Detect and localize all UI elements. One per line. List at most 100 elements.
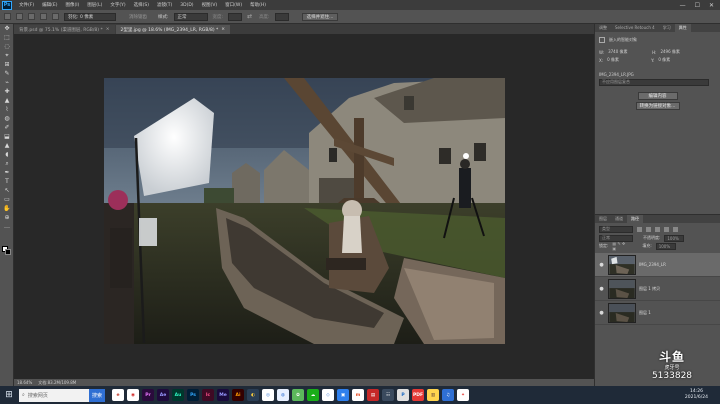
tool-icon[interactable]: ▲: [2, 97, 12, 105]
tab-document-2[interactable]: 2型里.jpg @ 18.6% (IMG_2394_LR, RGB/8) * ×: [115, 25, 231, 34]
taskbar-app-icon[interactable]: ☁: [307, 389, 320, 401]
antialias-checkbox[interactable]: 消除锯齿: [129, 14, 147, 20]
y-value[interactable]: 0 像素: [658, 57, 670, 63]
tool-icon[interactable]: T: [2, 178, 12, 186]
lock-icon[interactable]: ▦ ✎ ✥ ▣: [612, 241, 628, 251]
eye-icon[interactable]: ●: [598, 310, 605, 316]
tool-icon[interactable]: ✐: [2, 124, 12, 132]
style-select[interactable]: 正常: [173, 12, 208, 21]
taskbar-app-icon[interactable]: m: [352, 389, 365, 401]
tool-icon[interactable]: ⌁: [2, 79, 12, 87]
maximize-icon[interactable]: ☐: [695, 2, 700, 9]
tool-icon[interactable]: ⬓: [2, 133, 12, 141]
filter-shape-icon[interactable]: [664, 226, 669, 232]
taskbar-app-icon[interactable]: Au: [172, 389, 185, 401]
select-and-mask-button[interactable]: 选择并遮住...: [301, 12, 339, 21]
tool-icon[interactable]: ◖: [2, 151, 12, 159]
background-color-swatch[interactable]: [5, 249, 11, 255]
tool-icon[interactable]: ⌇: [2, 106, 12, 114]
tab-channels[interactable]: 通道: [611, 215, 627, 223]
opacity-field[interactable]: 100%: [664, 234, 685, 242]
eye-icon[interactable]: ●: [598, 286, 605, 292]
tool-icon[interactable]: ⌕: [2, 160, 12, 168]
taskbar-app-icon[interactable]: ▣: [337, 389, 350, 401]
filter-type-icon[interactable]: [655, 226, 660, 232]
taskbar-app-icon[interactable]: ◉: [127, 389, 140, 401]
tool-icon[interactable]: ↖: [2, 187, 12, 195]
tab-learn[interactable]: 学习: [659, 24, 675, 32]
clock[interactable]: 14:26 2021/6/24: [685, 389, 720, 401]
filter-smart-icon[interactable]: [673, 226, 678, 232]
swap-icon[interactable]: ⇄: [247, 13, 254, 20]
eye-icon[interactable]: ●: [598, 262, 605, 268]
w-value[interactable]: 3740 像素: [608, 49, 648, 55]
layer-row[interactable]: ● IMG_2394_LR: [595, 253, 720, 277]
menu-type[interactable]: 文字(Y): [106, 2, 129, 8]
taskbar-app-icon[interactable]: Pr: [142, 389, 155, 401]
tool-icon[interactable]: …: [2, 223, 12, 231]
tab-document-1[interactable]: 背景.psd @ 75.1% (渠道图层, RGB/8) * ×: [14, 25, 115, 34]
search-button[interactable]: 搜索: [89, 388, 106, 402]
menu-layer[interactable]: 图层(L): [83, 2, 106, 8]
layer-row[interactable]: ● 图层 1 拷贝: [595, 277, 720, 301]
taskbar-app-icon[interactable]: PDF: [412, 389, 425, 401]
taskbar-search[interactable]: ⌕ 搜索网页: [19, 388, 89, 402]
tool-icon[interactable]: ⊞: [2, 61, 12, 69]
taskbar-app-icon[interactable]: e: [112, 389, 125, 401]
minimize-icon[interactable]: —: [680, 2, 686, 9]
subtract-selection-icon[interactable]: [40, 13, 47, 20]
tool-icon[interactable]: ✚: [2, 88, 12, 96]
taskbar-app-icon[interactable]: ✦: [457, 389, 470, 401]
start-icon[interactable]: ⊞: [2, 388, 16, 402]
taskbar-app-icon[interactable]: P: [397, 389, 410, 401]
taskbar-app-icon[interactable]: Me: [217, 389, 230, 401]
filter-adjust-icon[interactable]: [646, 226, 651, 232]
menu-help[interactable]: 帮助(H): [246, 2, 270, 8]
taskbar-app-icon[interactable]: Ai: [232, 389, 245, 401]
layer-row[interactable]: ● 图层 1: [595, 301, 720, 325]
menu-window[interactable]: 窗口(W): [221, 2, 246, 8]
tool-icon[interactable]: ✥: [2, 25, 12, 33]
taskbar-app-icon[interactable]: ◍: [277, 389, 290, 401]
tool-icon[interactable]: ✎: [2, 70, 12, 78]
taskbar-app-icon[interactable]: ☷: [382, 389, 395, 401]
layer-comp-select[interactable]: 不应用图层复合: [599, 78, 709, 86]
close-icon[interactable]: ✕: [709, 2, 714, 9]
close-tab-icon[interactable]: ×: [221, 27, 225, 32]
x-value[interactable]: 0 像素: [607, 57, 647, 63]
taskbar-app-icon[interactable]: Ic: [202, 389, 215, 401]
tool-icon[interactable]: ✋: [2, 205, 12, 213]
tab-paths[interactable]: 路径: [627, 215, 643, 223]
tool-icon[interactable]: ▲: [2, 142, 12, 150]
tab-layers[interactable]: 图层: [595, 215, 611, 223]
close-tab-icon[interactable]: ×: [106, 27, 110, 32]
tool-icon[interactable]: ◌: [2, 43, 12, 51]
add-selection-icon[interactable]: [28, 13, 35, 20]
menu-edit[interactable]: 编辑(E): [38, 2, 61, 8]
menu-filter[interactable]: 滤镜(T): [153, 2, 176, 8]
menu-image[interactable]: 图像(I): [61, 2, 83, 8]
menu-view[interactable]: 视图(V): [198, 2, 222, 8]
height-field[interactable]: [274, 12, 289, 21]
tab-properties[interactable]: 属性: [674, 24, 691, 32]
tool-icon[interactable]: ◍: [2, 115, 12, 123]
convert-to-linked-button[interactable]: 转换为链接对象...: [635, 102, 680, 110]
filter-pixel-icon[interactable]: [637, 226, 642, 232]
menu-select[interactable]: 选择(S): [130, 2, 153, 8]
taskbar-app-icon[interactable]: ◇: [322, 389, 335, 401]
feather-field[interactable]: 羽化: 0 像素: [64, 12, 116, 21]
tool-icon[interactable]: ⌖: [2, 52, 12, 60]
tab-selective-retouch[interactable]: Selective Retouch 4: [611, 24, 659, 32]
taskbar-app-icon[interactable]: ◎: [262, 389, 275, 401]
marquee-tool-icon[interactable]: [4, 13, 11, 20]
intersect-selection-icon[interactable]: [52, 13, 59, 20]
taskbar-app-icon[interactable]: ◐: [247, 389, 260, 401]
taskbar-app-icon[interactable]: Ae: [157, 389, 170, 401]
taskbar-app-icon[interactable]: Ps: [187, 389, 200, 401]
taskbar-app-icon[interactable]: ▤: [367, 389, 380, 401]
zoom-level[interactable]: 18.64%: [17, 380, 32, 385]
tool-icon[interactable]: ⬚: [2, 34, 12, 42]
edit-contents-button[interactable]: 编辑内容: [637, 92, 678, 100]
tab-adjustments[interactable]: 调整: [595, 24, 611, 32]
menu-3d[interactable]: 3D(D): [176, 3, 197, 8]
